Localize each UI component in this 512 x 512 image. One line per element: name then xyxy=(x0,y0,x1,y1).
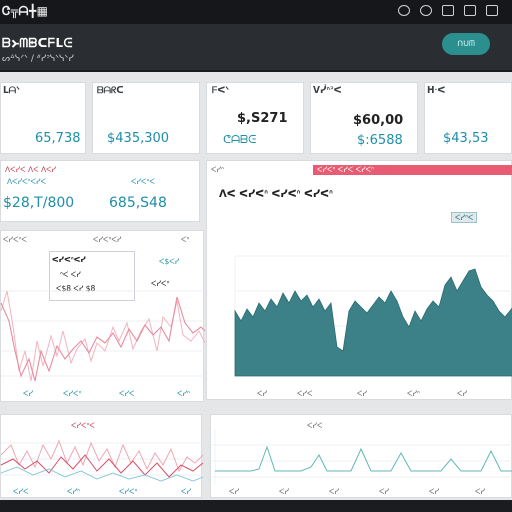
kpi-label: ᐯᓰᐢᐣᐸ xyxy=(313,86,342,96)
x-label: ᐸᓯᐸᐢ xyxy=(63,389,82,398)
left-line-chart xyxy=(0,290,206,382)
kpi-label: ᗷᗩᖇᑕ xyxy=(97,86,124,96)
x-label: ᐸᓯ xyxy=(379,487,389,496)
x-label: ᐸᓯ xyxy=(475,487,485,496)
kpi-card-3[interactable]: ᖴᐸᐠ $,S271 ᕦᗩᗷᕮ xyxy=(206,82,304,154)
help-icon[interactable] xyxy=(420,5,432,16)
page-title: ᗷ᚛ᗰᗸᑕᖴᒪᕮ xyxy=(2,36,73,50)
app-title: Ꮳ╦ᗩ╋▦ xyxy=(2,4,49,18)
left-line-chart-card[interactable]: ᐸᓯᐸᐢᐸ ᐸᓯᐸᐢᐸᓯ ᐸᐢ ᐸᓯᐸᐢᐸᓯ ᐢᐸ ᐸᓯ ᐸ$8 ᐸᓯ $8 ᐸ… xyxy=(0,230,206,402)
bottom-left-line-chart xyxy=(0,439,204,482)
kpi-sub: $:6588 xyxy=(357,133,403,148)
close-icon[interactable] xyxy=(486,5,498,16)
kpi-label: ᕼᐧᐸ xyxy=(427,86,446,96)
main-area-chart xyxy=(234,255,512,377)
kpi-value: $435,300 xyxy=(107,131,170,146)
window-controls xyxy=(398,5,498,16)
x-label: ᐸᓯᐢ xyxy=(67,487,80,496)
kpi-label: ᒪᗩᐠ xyxy=(3,86,20,96)
window-menu-icon[interactable] xyxy=(398,5,410,16)
x-label: ᐸᓯ xyxy=(23,389,33,398)
stats-row-left: ᐱᐸᓯᐸᐢᐸᓯᐸ xyxy=(7,177,46,186)
kpi-value: 65,738 xyxy=(35,131,81,146)
x-label: ᐸᓯᐢ xyxy=(407,389,420,398)
x-label: ᐸᓯ xyxy=(257,389,267,398)
kpi-card-1[interactable]: ᒪᗩᐠ 65,738 xyxy=(0,82,86,154)
x-label: ᐸᓯ xyxy=(457,389,467,398)
x-label: ᐸᓯᐸ xyxy=(13,487,29,496)
x-label: ᐸᓯᐢ xyxy=(177,389,190,398)
mail-icon[interactable] xyxy=(464,5,476,16)
stats-row-right: ᐸᓯᐸᐢᐸ xyxy=(131,177,155,186)
stats-value-right: 685,S48 xyxy=(109,195,167,211)
x-label: ᐸᓯ xyxy=(429,487,439,496)
stats-card[interactable]: ᐱᐸᓯᐸ ᐱᐸ ᐱᐸᓯ ᐱᐸᓯᐸᐢᐸᓯᐸ ᐸᓯᐸᐢᐸ $28,T/800 685… xyxy=(0,160,200,222)
header-action-button[interactable]: ᑎᑌᗰ xyxy=(442,33,490,55)
kpi-label: ᖴᐸᐠ xyxy=(212,86,230,96)
kpi-card-5[interactable]: ᕼᐧᐸ $43,53 xyxy=(424,82,512,154)
bottom-left-chart-card[interactable]: ᐸᓯᐸᐢᐸ ᐸᓯᐸ ᐸᓯᐢ ᐸᓯᐸᐢ ᐸᓯ xyxy=(0,414,204,498)
x-label: ᐸᓯ xyxy=(357,389,367,398)
kpi-value: $43,53 xyxy=(443,131,489,146)
kpi-value: $,S271 xyxy=(237,111,288,126)
settings-icon[interactable] xyxy=(442,5,454,16)
kpi-card-4[interactable]: ᐯᓰᐢᐣᐸ $60,00 $:6588 xyxy=(310,82,418,154)
main-area-chart-card[interactable]: ᐸᓯᐸᐢ ᐸᓯᐸ ᐸᓯᐸᐢ ᐸᓯᐢ ᐱᐸ ᐸᓯᐸᐢ ᐸᓯᐸᐢ ᐸᓯᐸᐢ ᐸᓯᐢᐸ… xyxy=(206,160,512,400)
breadcrumb[interactable]: ᔕᐞᓭᐟᐠ / ᐥᓯᐣᓭᐠᓭᐠᓯ xyxy=(2,54,74,64)
x-label: ᐸᓯᐸᐢ xyxy=(119,487,138,496)
kpi-value: $60,00 xyxy=(353,113,404,128)
stats-value-left: $28,T/800 xyxy=(3,195,75,211)
bottom-bar xyxy=(0,500,512,512)
x-label: ᐸᓯᐸ xyxy=(297,389,313,398)
stats-header: ᐱᐸᓯᐸ ᐱᐸ ᐱᐸᓯ xyxy=(5,165,57,174)
kpi-card-2[interactable]: ᗷᗩᖇᑕ $435,300 xyxy=(92,82,200,154)
kpi-sub: ᕦᗩᗷᕮ xyxy=(223,133,257,146)
x-label: ᐸᓯ xyxy=(329,487,339,496)
x-label: ᐸᓯ xyxy=(181,487,191,496)
x-label: ᐸᓯ xyxy=(279,487,289,496)
bottom-right-chart-card[interactable]: ᐸᓯᐸ ᐸᓯ ᐸᓯ ᐸᓯ ᐸᓯ ᐸᓯ ᐸᓯ xyxy=(210,414,512,498)
dashboard-header xyxy=(0,24,512,70)
bottom-right-line-chart xyxy=(211,429,512,485)
x-label: ᐸᓯᐸ xyxy=(119,389,135,398)
x-label: ᐸᓯ xyxy=(229,487,239,496)
